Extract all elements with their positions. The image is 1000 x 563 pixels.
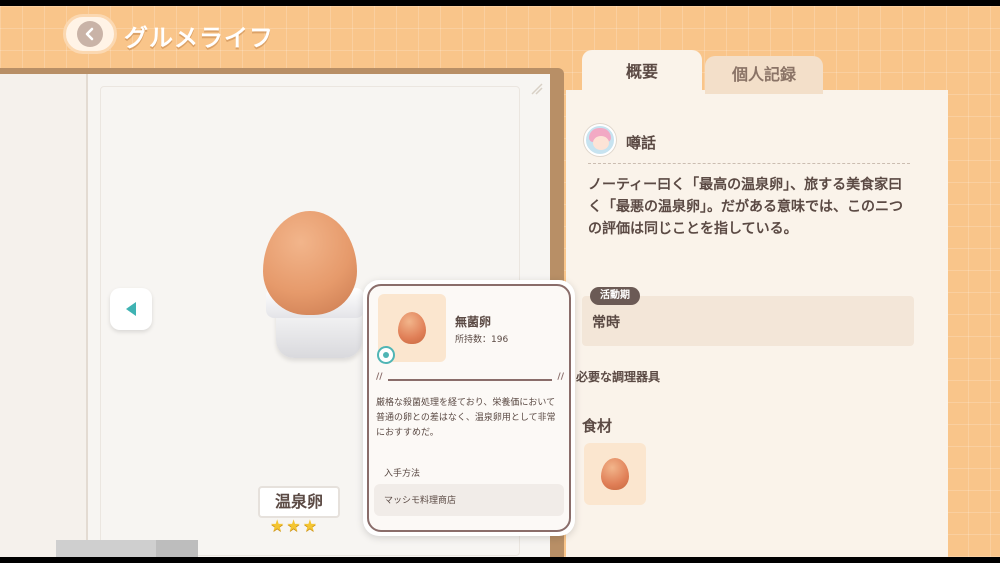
rumor-title: 噂話 — [626, 134, 657, 152]
egg-icon — [398, 312, 426, 344]
egg-icon — [601, 458, 629, 490]
tab-personal-record[interactable]: 個人記録 — [705, 56, 823, 94]
view-icon[interactable] — [377, 346, 395, 364]
ingredient-slot[interactable] — [584, 443, 646, 505]
back-button[interactable] — [63, 14, 117, 54]
book-left-page — [0, 74, 88, 557]
popup-divider: // // — [376, 372, 564, 382]
dish-name: 温泉卵 — [258, 486, 340, 518]
dish-rating-stars: ★★★ — [270, 516, 320, 535]
previous-page-button[interactable] — [110, 288, 152, 330]
acquire-method-label: 入手方法 — [384, 469, 421, 479]
active-period-value: 常時 — [592, 315, 620, 331]
active-period-label: 活動期 — [590, 287, 640, 305]
redacted-area — [56, 540, 198, 557]
ingredients-label: 食材 — [582, 417, 613, 435]
tab-overview[interactable]: 概要 — [582, 50, 702, 94]
triangle-left-icon — [126, 302, 136, 316]
page-corner-icon — [530, 82, 546, 98]
popup-item-count: 所持数：196 — [455, 335, 509, 345]
character-avatar — [584, 124, 616, 156]
dashed-divider — [588, 163, 910, 164]
game-screen: グルメライフ 温泉卵 ★★★ 概要 個人記録 噂話 ノーティー曰く「最高の温泉卵… — [0, 6, 1000, 557]
rumor-text: ノーティー曰く「最高の温泉卵」、旅する美食家曰く「最悪の温泉卵」。だがある意味で… — [588, 177, 903, 237]
page-title: グルメライフ — [124, 24, 274, 52]
required-tools-label: 必要な調理器具 — [576, 370, 661, 384]
popup-description: 厳格な殺菌処理を経ており、栄養価において普通の卵との差はなく、温泉卵用として非常… — [376, 398, 556, 438]
acquire-method-value: マッシモ料理商店 — [384, 496, 457, 506]
back-arrow-icon — [77, 21, 103, 47]
popup-item-name: 無菌卵 — [455, 315, 492, 329]
